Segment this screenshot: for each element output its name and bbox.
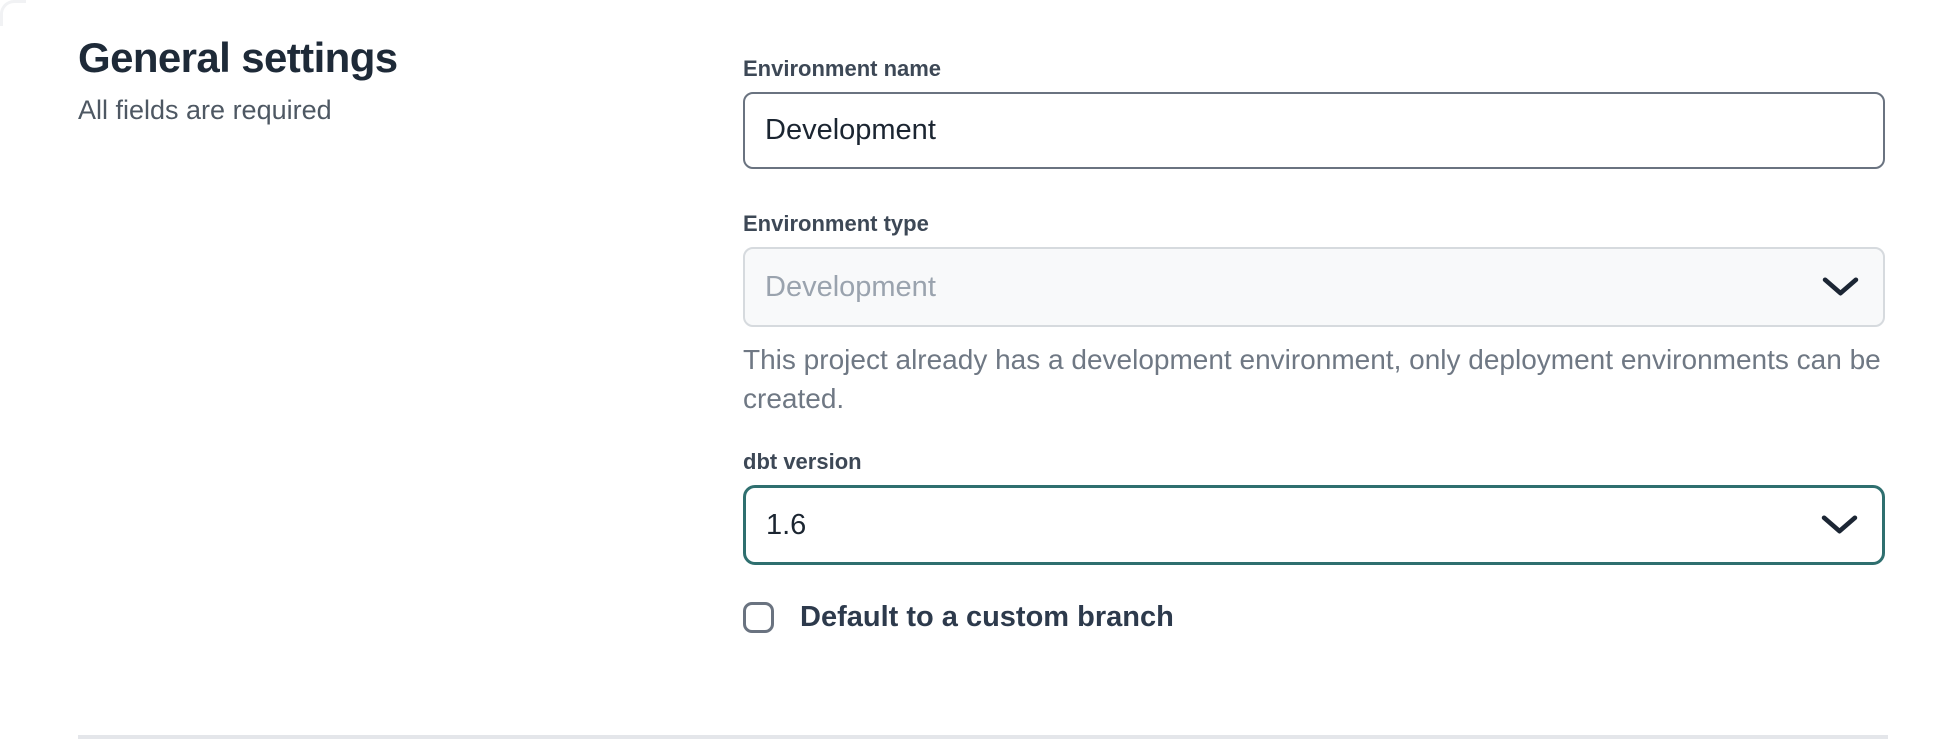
custom-branch-row: Default to a custom branch (743, 601, 1885, 634)
environment-type-value: Development (765, 271, 936, 304)
custom-branch-checkbox[interactable] (743, 602, 774, 633)
general-settings-section: General settings All fields are required… (0, 0, 1958, 740)
environment-type-helper-text: This project already has a development e… (743, 340, 1923, 418)
page-title: General settings (78, 34, 398, 82)
section-divider (78, 735, 1888, 739)
dbt-version-select[interactable]: 1.6 (743, 485, 1885, 565)
dbt-version-label: dbt version (743, 449, 1885, 475)
environment-type-select: Development (743, 247, 1885, 327)
page-subtitle: All fields are required (78, 95, 398, 126)
card-corner (0, 0, 26, 26)
custom-branch-label[interactable]: Default to a custom branch (800, 601, 1174, 634)
dbt-version-value: 1.6 (766, 509, 806, 542)
section-header: General settings All fields are required (78, 34, 398, 126)
settings-form: Environment name Environment type Develo… (743, 56, 1885, 634)
environment-name-input[interactable] (743, 92, 1885, 169)
environment-name-label: Environment name (743, 56, 1885, 82)
environment-type-label: Environment type (743, 211, 1885, 237)
chevron-down-icon (1822, 277, 1859, 298)
chevron-down-icon (1821, 515, 1858, 536)
